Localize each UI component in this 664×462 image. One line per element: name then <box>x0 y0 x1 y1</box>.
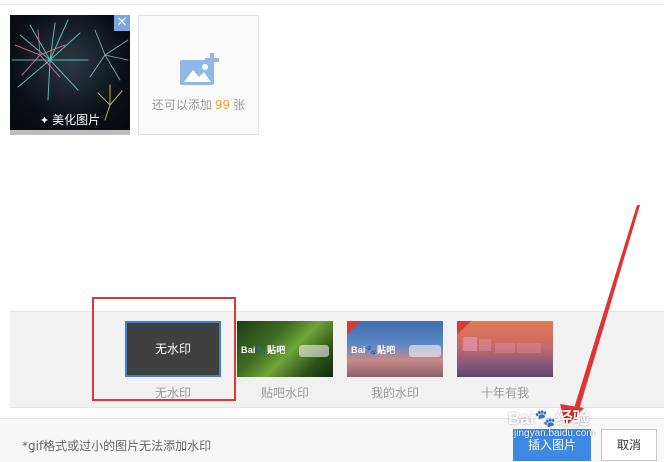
remove-image-button[interactable]: ✕ <box>114 15 130 31</box>
magic-wand-icon: ✦ <box>39 114 50 127</box>
ribbon-corner <box>457 321 471 335</box>
tieba-logo: Bai🐾贴吧 <box>351 345 396 355</box>
add-image-tile[interactable]: 还可以添加 99 张 <box>138 15 259 135</box>
pixelated-mark <box>463 337 477 351</box>
pixelated-mark <box>495 343 515 353</box>
tieba-logo: Bai🐾贴吧 <box>241 345 286 355</box>
remaining-suffix: 张 <box>233 98 246 112</box>
watermark-option-year[interactable] <box>457 321 553 377</box>
watermark-none-thumb-text: 无水印 <box>154 342 191 356</box>
blurred-text <box>299 345 329 357</box>
watermark-option-none[interactable]: 无水印 <box>125 321 221 377</box>
watermark-option-mine[interactable]: Bai🐾贴吧 <box>347 321 443 377</box>
close-icon: ✕ <box>116 15 128 30</box>
watermark-label-tieba: 贴吧水印 <box>260 386 309 400</box>
beautify-image-button[interactable]: ✦ 美化图片 <box>10 111 130 129</box>
insert-image-button[interactable]: 插入图片 <box>513 429 591 461</box>
remaining-count: 99 <box>214 98 231 112</box>
add-image-icon <box>180 53 219 85</box>
ribbon-corner <box>347 321 361 335</box>
watermark-label-none: 无水印 <box>154 386 191 400</box>
remaining-prefix: 还可以添加 <box>151 98 212 112</box>
watermark-panel <box>10 311 664 408</box>
watermark-label-year: 十年有我 <box>480 386 529 400</box>
remaining-count-text: 还可以添加 99 张 <box>139 96 258 113</box>
thumbnail-bottom-bar <box>10 130 130 135</box>
blurred-text <box>409 345 441 357</box>
uploaded-image-thumbnail[interactable]: ✕ ✦ 美化图片 <box>10 15 130 135</box>
pixelated-mark <box>517 343 541 353</box>
watermark-option-tieba[interactable]: Bai🐾贴吧 <box>237 321 333 377</box>
watermark-label-mine: 我的水印 <box>370 386 419 400</box>
top-divider <box>0 4 664 5</box>
beautify-image-label: 美化图片 <box>52 113 101 127</box>
cancel-button[interactable]: 取消 <box>601 429 657 461</box>
gif-watermark-tip: *gif格式或过小的图片无法添加水印 <box>22 439 212 453</box>
pixelated-mark <box>479 339 491 351</box>
